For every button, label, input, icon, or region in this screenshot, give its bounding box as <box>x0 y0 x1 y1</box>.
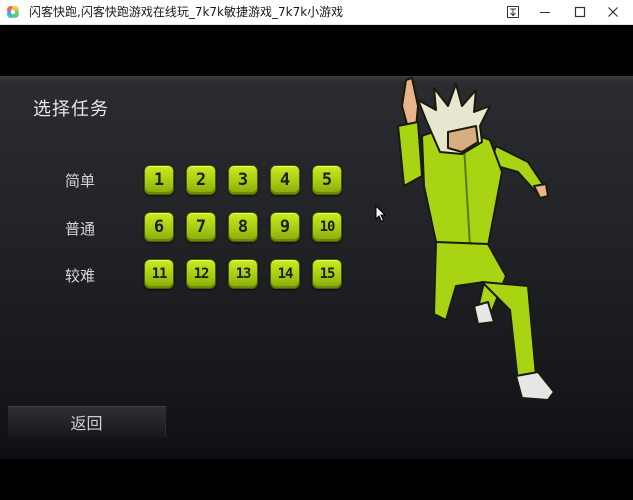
level-button-15[interactable]: 15 <box>312 259 342 289</box>
level-button-6[interactable]: 6 <box>144 212 174 242</box>
difficulty-label-hard: 较难 <box>65 267 96 285</box>
minimize-button[interactable] <box>527 0 563 24</box>
level-button-9[interactable]: 9 <box>270 212 300 242</box>
level-button-13[interactable]: 13 <box>228 259 258 289</box>
level-button-12[interactable]: 12 <box>186 259 216 289</box>
level-button-4[interactable]: 4 <box>270 165 300 195</box>
screen-title: 选择任务 <box>33 99 109 120</box>
app-logo-icon <box>7 6 19 18</box>
window-titlebar: 闪客快跑,闪客快跑游戏在线玩_7k7k敏捷游戏_7k7k小游戏 <box>0 0 633 25</box>
maximize-icon <box>574 6 586 18</box>
window-title: 闪客快跑,闪客快跑游戏在线玩_7k7k敏捷游戏_7k7k小游戏 <box>29 5 344 19</box>
level-button-5[interactable]: 5 <box>312 165 342 195</box>
game-viewport[interactable]: 选择任务 简单 普通 较难 1 2 3 4 5 6 7 8 9 10 11 12… <box>0 25 633 500</box>
level-button-1[interactable]: 1 <box>144 165 174 195</box>
pin-button[interactable] <box>495 0 531 24</box>
back-button[interactable]: 返回 <box>8 406 166 437</box>
difficulty-label-easy: 简单 <box>65 172 96 190</box>
close-icon <box>608 7 618 17</box>
level-button-10[interactable]: 10 <box>312 212 342 242</box>
runner-character-illustration <box>397 77 555 401</box>
maximize-button[interactable] <box>562 0 598 24</box>
mission-select-panel: 选择任务 简单 普通 较难 1 2 3 4 5 6 7 8 9 10 11 12… <box>0 76 633 459</box>
level-button-11[interactable]: 11 <box>144 259 174 289</box>
pin-icon <box>507 6 519 18</box>
level-button-7[interactable]: 7 <box>186 212 216 242</box>
level-button-2[interactable]: 2 <box>186 165 216 195</box>
level-button-14[interactable]: 14 <box>270 259 300 289</box>
level-button-8[interactable]: 8 <box>228 212 258 242</box>
close-button[interactable] <box>595 0 631 24</box>
mouse-cursor-icon <box>375 205 387 223</box>
level-button-3[interactable]: 3 <box>228 165 258 195</box>
minimize-icon <box>540 12 550 13</box>
difficulty-label-normal: 普通 <box>65 220 96 238</box>
